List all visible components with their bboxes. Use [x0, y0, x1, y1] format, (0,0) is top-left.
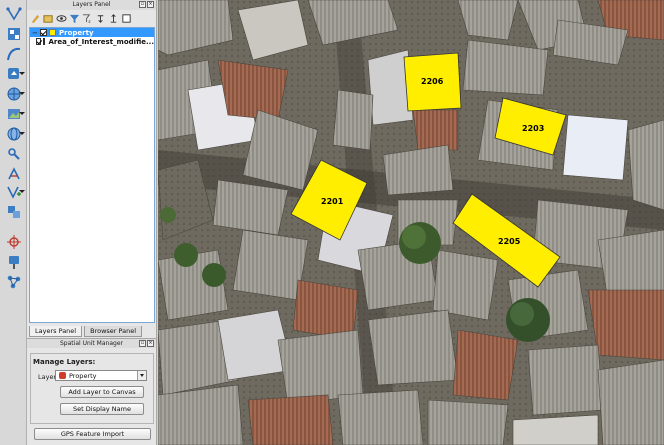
- polygon-layer-icon: [59, 372, 66, 379]
- parcel-label-2201: 2201: [321, 197, 344, 206]
- map-canvas[interactable]: 2206 2203 2201 2205: [158, 0, 664, 445]
- manage-layers-title: Manage Layers:: [33, 358, 96, 366]
- filter-expression-icon[interactable]: ε: [81, 13, 93, 25]
- layer-select-value: Property: [69, 371, 97, 380]
- remove-layer-icon[interactable]: [120, 13, 132, 25]
- parcel-label-2205: 2205: [498, 237, 521, 246]
- layer-symbol-swatch: [49, 29, 56, 36]
- vertex-add-icon[interactable]: [3, 182, 25, 202]
- globe-layer-icon[interactable]: [3, 84, 25, 104]
- tab-layers-panel[interactable]: Layers Panel: [29, 326, 83, 337]
- layer-label: Layer: [38, 373, 57, 381]
- expand-all-icon[interactable]: [94, 13, 106, 25]
- layers-panel: Layers Panel ▫ × ε − Property Area_of_In…: [27, 0, 157, 338]
- grid-edit-icon[interactable]: [3, 24, 24, 44]
- aerial-imagery: 2206 2203 2201 2205: [158, 0, 664, 445]
- merge-features-icon[interactable]: [3, 202, 24, 222]
- spatial-unit-manager-title: Spatial Unit Manager: [60, 340, 123, 347]
- add-layer-to-canvas-button[interactable]: Add Layer to Canvas: [60, 386, 144, 398]
- layers-panel-toolbar: ε: [27, 10, 156, 27]
- gps-marker-icon[interactable]: [3, 252, 24, 272]
- style-brush-icon[interactable]: [29, 13, 41, 25]
- set-display-name-button[interactable]: Set Display Name: [60, 403, 144, 415]
- network-icon[interactable]: [3, 272, 24, 292]
- layers-panel-title: Layers Panel: [72, 1, 111, 8]
- float-panel-button[interactable]: ▫: [139, 340, 146, 347]
- layers-panel-header: Layers Panel ▫ ×: [27, 0, 156, 10]
- add-group-icon[interactable]: [42, 13, 54, 25]
- layer-tree: − Property Area_of_Interest_modifie...: [29, 27, 155, 323]
- layer-row-area-of-interest[interactable]: Area_of_Interest_modifie...: [30, 37, 154, 46]
- layer-name: Area_of_Interest_modifie...: [48, 37, 154, 46]
- layer-symbol-swatch: [42, 38, 46, 45]
- layer-row-property[interactable]: − Property: [30, 28, 154, 37]
- float-panel-button[interactable]: ▫: [139, 1, 146, 8]
- add-raster-icon[interactable]: [3, 104, 25, 124]
- visibility-eye-icon[interactable]: [55, 13, 67, 25]
- node-tool-icon[interactable]: [3, 144, 24, 164]
- spatial-unit-manager-panel: Spatial Unit Manager ▫ × Manage Layers: …: [27, 338, 157, 445]
- expand-toggle[interactable]: −: [32, 29, 38, 37]
- globe-wms-icon[interactable]: [3, 124, 25, 144]
- layer-select[interactable]: Property: [55, 370, 147, 381]
- capture-point-icon[interactable]: [3, 232, 24, 252]
- panel-tabs: Layers Panel Browser Panel: [27, 326, 143, 338]
- close-panel-button[interactable]: ×: [147, 1, 154, 8]
- gps-feature-import-button[interactable]: GPS Feature Import: [34, 428, 151, 440]
- digitize-line-icon[interactable]: [3, 4, 24, 24]
- spatial-unit-manager-header: Spatial Unit Manager ▫ ×: [27, 339, 156, 348]
- collapse-all-icon[interactable]: [107, 13, 119, 25]
- add-vector-layer-icon[interactable]: [3, 64, 25, 84]
- close-panel-button[interactable]: ×: [147, 340, 154, 347]
- parcel-label-2206: 2206: [421, 77, 444, 86]
- split-feature-icon[interactable]: [3, 164, 24, 184]
- filter-icon[interactable]: [68, 13, 80, 25]
- chevron-down-icon[interactable]: [137, 371, 146, 380]
- layer-name: Property: [59, 28, 94, 37]
- plugin-toolbar: [0, 0, 27, 445]
- layer-visibility-checkbox[interactable]: [36, 38, 41, 45]
- svg-text:ε: ε: [88, 20, 91, 24]
- layer-visibility-checkbox[interactable]: [40, 29, 47, 36]
- tab-browser-panel[interactable]: Browser Panel: [84, 326, 143, 337]
- curve-icon[interactable]: [3, 44, 24, 64]
- parcel-label-2203: 2203: [522, 124, 544, 133]
